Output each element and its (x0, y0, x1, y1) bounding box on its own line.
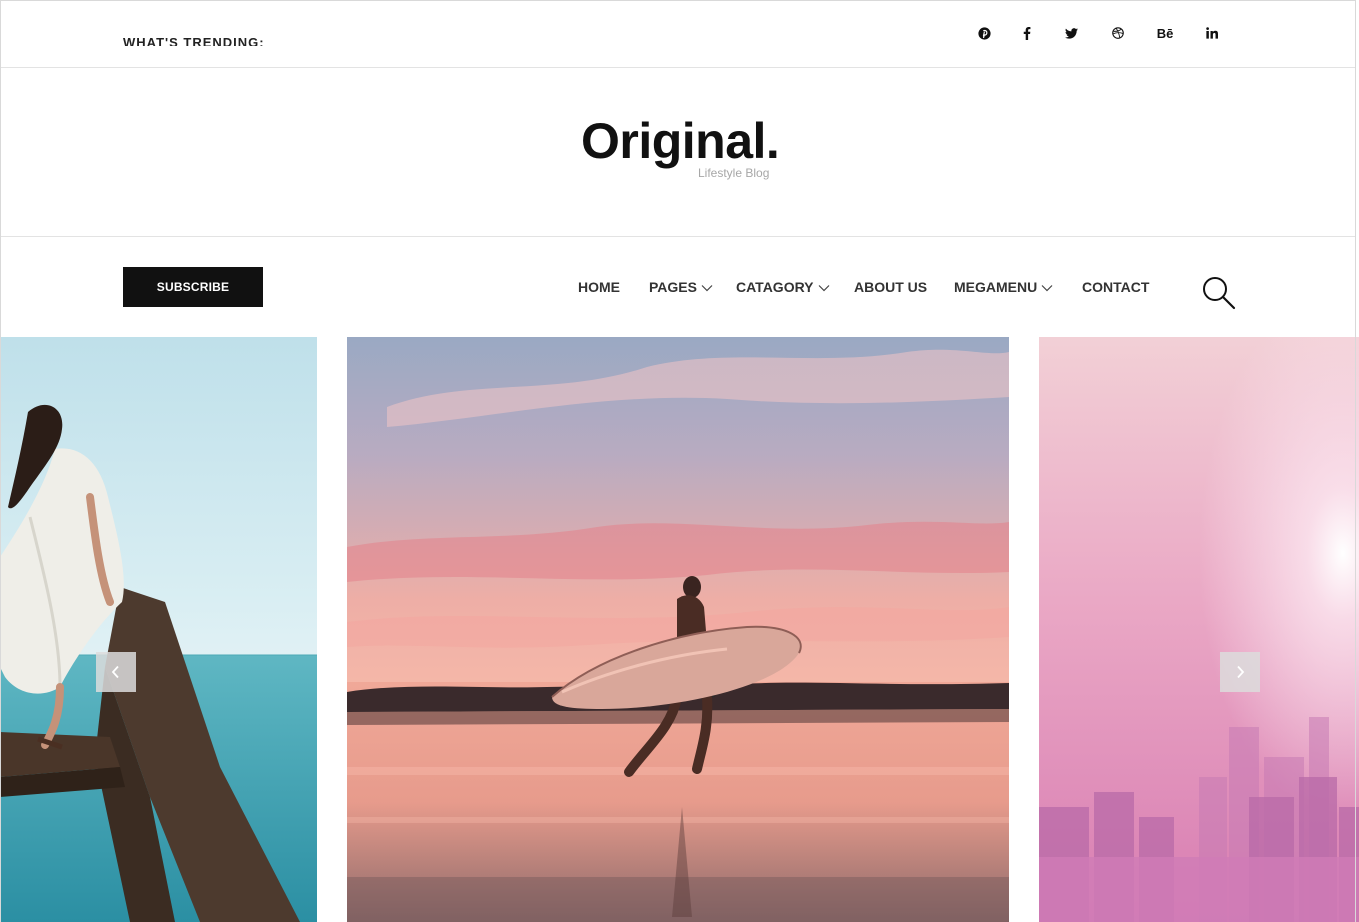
nav-item-label: CONTACT (1082, 279, 1150, 295)
nav-item-label: MEGAMENU (954, 279, 1038, 295)
chevron-down-icon (818, 285, 829, 292)
nav-item-contact[interactable]: CONTACT (1082, 277, 1149, 297)
nav-item-catagory[interactable]: CATAGORY (736, 277, 830, 297)
nav-item-label: PAGES (649, 279, 697, 295)
site-logo[interactable]: Original. (581, 116, 780, 166)
nav-item-home[interactable]: HOME (578, 277, 620, 297)
featured-slider (0, 337, 1359, 922)
ticker-text: WHAT'S TRENDING: (123, 35, 265, 46)
slide-image[interactable] (1039, 337, 1359, 922)
twitter-icon[interactable] (1062, 22, 1080, 44)
chevron-right-icon (1237, 665, 1245, 679)
nav-item-label: CATAGORY (736, 279, 814, 295)
slide-image[interactable] (0, 337, 317, 922)
nav-item-label: ABOUT US (854, 279, 928, 295)
dribbble-icon[interactable] (1109, 22, 1127, 44)
slide-image[interactable] (347, 337, 1009, 922)
site-tagline: Lifestyle Blog (698, 166, 770, 180)
behance-icon[interactable]: Bē (1153, 22, 1177, 44)
linkedin-icon[interactable] (1203, 22, 1221, 44)
nav-item-megamenu[interactable]: MEGAMENU (954, 277, 1053, 297)
nav-item-about-us[interactable]: ABOUT US (854, 277, 927, 297)
top-bar: WHAT'S TRENDING: Bē (0, 0, 1356, 68)
pinterest-icon[interactable] (974, 22, 994, 44)
chevron-down-icon (1041, 285, 1053, 292)
facebook-icon[interactable] (1019, 22, 1035, 44)
brand-header: Original. Lifestyle Blog (0, 68, 1356, 237)
nav-item-label: HOME (578, 279, 620, 295)
nav-item-pages[interactable]: PAGES (649, 277, 713, 297)
chevron-left-icon (111, 665, 119, 679)
next-slide-button[interactable] (1220, 652, 1260, 692)
prev-slide-button[interactable] (96, 652, 136, 692)
main-navigation: SUBSCRIBE HOME PAGES CATAGORY ABOUT US M… (0, 237, 1356, 337)
trending-ticker: WHAT'S TRENDING: (123, 26, 363, 46)
search-icon[interactable] (1202, 276, 1236, 310)
subscribe-button[interactable]: SUBSCRIBE (123, 267, 263, 307)
behance-label: Bē (1156, 25, 1174, 41)
chevron-down-icon (701, 285, 713, 292)
